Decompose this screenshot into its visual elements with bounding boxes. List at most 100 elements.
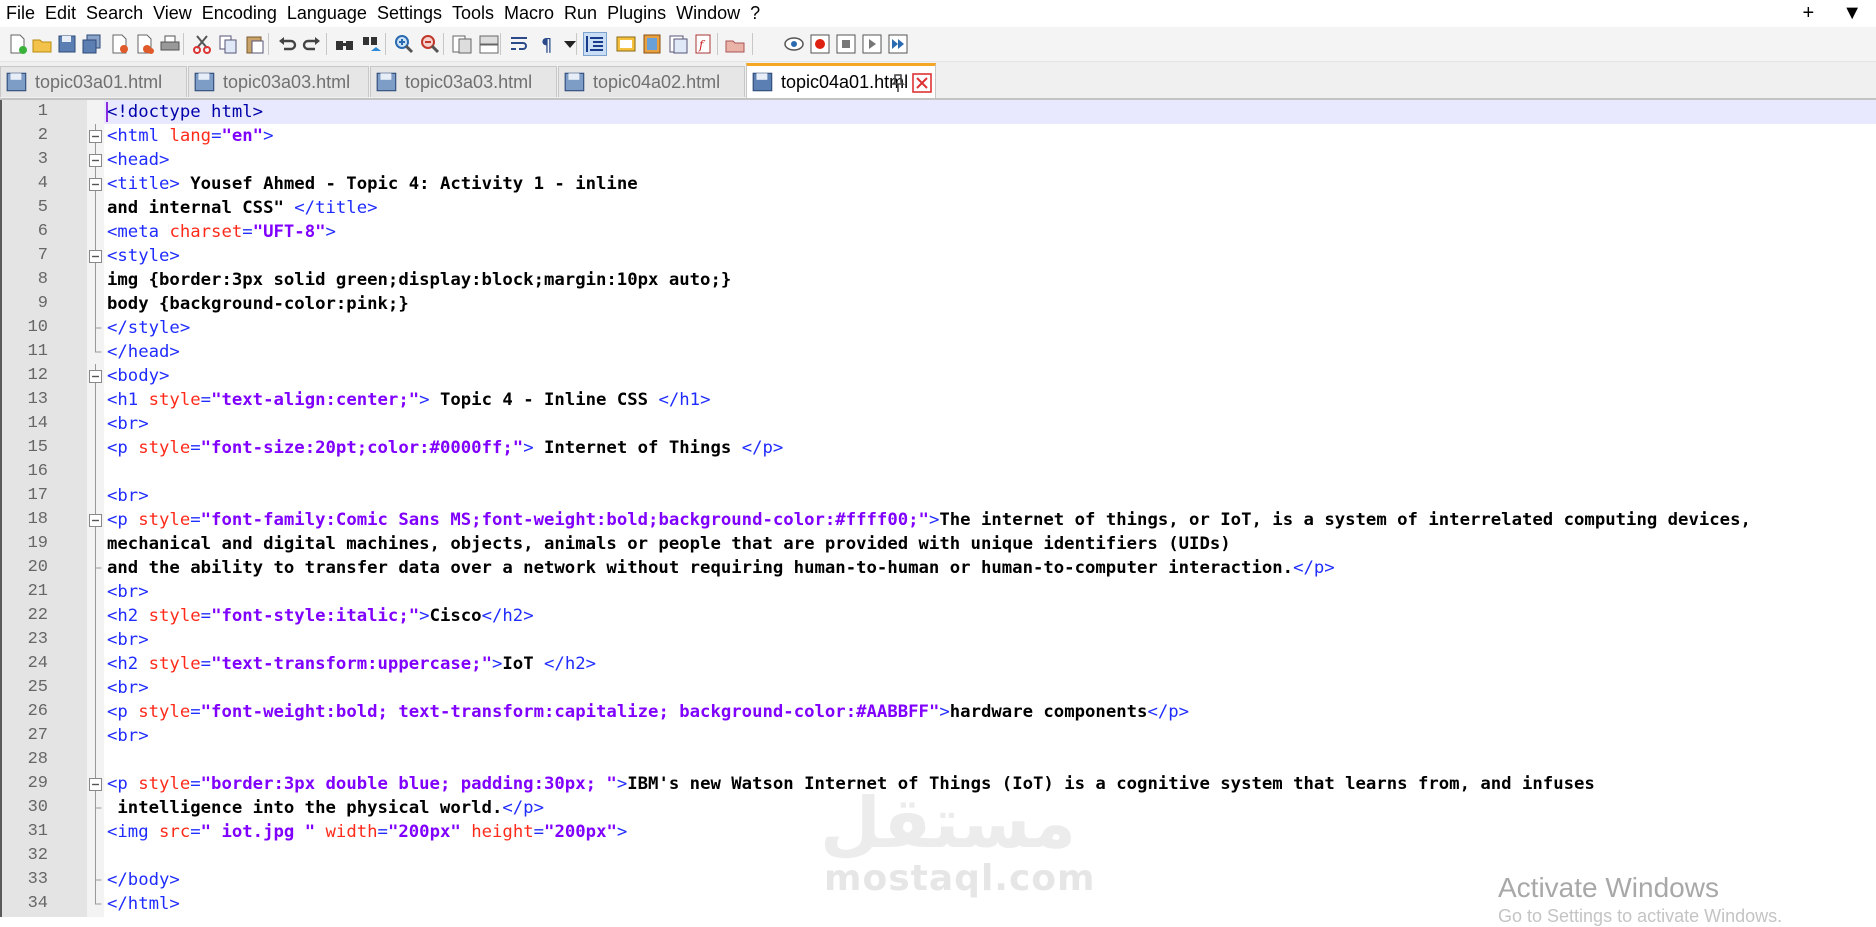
tab-topic04a02[interactable]: topic04a02.html xyxy=(558,66,745,97)
code-line[interactable]: <p style="font-family:Comic Sans MS;font… xyxy=(107,508,1751,532)
save-button[interactable] xyxy=(55,32,79,56)
save-all-button[interactable] xyxy=(80,32,104,56)
fold-line xyxy=(95,652,96,676)
code-line[interactable]: <br> xyxy=(107,484,149,508)
indent-guide-button[interactable] xyxy=(583,32,607,56)
menu-settings[interactable]: Settings xyxy=(371,0,446,27)
code-line[interactable]: </head> xyxy=(107,340,180,364)
code-line[interactable]: <style> xyxy=(107,244,180,268)
code-line[interactable]: </style> xyxy=(107,316,190,340)
menu-search[interactable]: Search xyxy=(80,0,147,27)
replace-button[interactable] xyxy=(360,32,384,56)
code-line[interactable]: body {background-color:pink;} xyxy=(107,292,409,316)
menu-run[interactable]: Run xyxy=(558,0,601,27)
code-line[interactable]: img {border:3px solid green;display:bloc… xyxy=(107,268,731,292)
tab-topic03a03[interactable]: topic03a03.html xyxy=(188,66,369,97)
fold-collapse-icon[interactable] xyxy=(88,244,103,268)
fold-end xyxy=(95,556,102,580)
code-line[interactable]: <br> xyxy=(107,412,149,436)
line-number: 12 xyxy=(27,366,48,385)
redo-button[interactable] xyxy=(300,32,324,56)
menu-edit[interactable]: Edit xyxy=(39,0,80,27)
fold-collapse-icon[interactable] xyxy=(88,124,103,148)
tab-topic03a01[interactable]: topic03a01.html xyxy=(0,66,187,97)
undo-button[interactable] xyxy=(275,32,299,56)
code-token-tag: <style> xyxy=(107,246,180,266)
monitor-button[interactable] xyxy=(723,32,747,56)
tab-topic03a03[interactable]: topic03a03.html xyxy=(370,66,557,97)
cut-button[interactable] xyxy=(190,32,214,56)
code-line[interactable]: mechanical and digital machines, objects… xyxy=(107,532,1231,556)
open-file-button[interactable] xyxy=(30,32,54,56)
close-all-button[interactable] xyxy=(132,32,156,56)
code-line[interactable]: <h1 style="text-align:center;"> Topic 4 … xyxy=(107,388,711,412)
fold-collapse-icon[interactable] xyxy=(88,508,103,532)
fold-collapse-icon[interactable] xyxy=(88,364,103,388)
code-line[interactable]: <p style="font-size:20pt;color:#0000ff;"… xyxy=(107,436,783,460)
find-button[interactable] xyxy=(333,32,357,56)
run-macro-multiple-button[interactable] xyxy=(860,32,884,56)
pin-icon[interactable] xyxy=(887,72,909,94)
copy-button[interactable] xyxy=(216,32,240,56)
code-line[interactable]: </body> xyxy=(107,868,180,892)
activate-windows-title: Activate Windows xyxy=(1498,872,1719,903)
menu-window[interactable]: Window xyxy=(670,0,744,27)
stop-macro-button[interactable] xyxy=(808,32,832,56)
folder-workspace-button[interactable]: f xyxy=(692,32,716,56)
zoom-out-button[interactable] xyxy=(418,32,442,56)
sync-vertical-button[interactable] xyxy=(450,32,474,56)
code-line[interactable]: <br> xyxy=(107,580,149,604)
show-all-characters-button[interactable]: ¶ xyxy=(535,32,559,56)
doc-map-button[interactable] xyxy=(640,32,664,56)
dropdown-button[interactable] xyxy=(558,32,582,56)
menu-plugins[interactable]: Plugins xyxy=(601,0,670,27)
menu-language[interactable]: Language xyxy=(281,0,371,27)
menu-encoding[interactable]: Encoding xyxy=(196,0,281,27)
word-wrap-button[interactable] xyxy=(508,32,532,56)
fold-collapse-icon[interactable] xyxy=(88,172,103,196)
menu-macro[interactable]: Macro xyxy=(498,0,558,27)
play-macro-button[interactable] xyxy=(834,32,858,56)
code-line[interactable]: <br> xyxy=(107,676,149,700)
code-line[interactable]: and the ability to transfer data over a … xyxy=(107,556,1335,580)
code-line[interactable]: <meta charset="UFT-8"> xyxy=(107,220,336,244)
fold-collapse-icon[interactable] xyxy=(88,772,103,796)
new-file-button[interactable] xyxy=(5,32,29,56)
code-line[interactable]: and internal CSS" </title> xyxy=(107,196,378,220)
code-line[interactable]: </html> xyxy=(107,892,180,916)
play-macro-icon xyxy=(836,34,856,54)
new-tab-plus-button[interactable]: + xyxy=(1789,0,1829,27)
menu-file[interactable]: File xyxy=(0,0,39,27)
function-list-button[interactable] xyxy=(666,32,690,56)
code-line[interactable]: intelligence into the physical world.</p… xyxy=(107,796,544,820)
tab-list-dropdown-button[interactable]: ▼ xyxy=(1828,0,1876,27)
code-token-text: Topic 4 - Inline CSS xyxy=(429,390,659,410)
menu-help[interactable]: ? xyxy=(744,0,764,27)
fold-collapse-icon[interactable] xyxy=(88,148,103,172)
code-line[interactable]: <br> xyxy=(107,628,149,652)
code-line[interactable]: <html lang="en"> xyxy=(107,124,274,148)
code-line[interactable]: <p style="font-weight:bold; text-transfo… xyxy=(107,700,1189,724)
record-macro-button[interactable] xyxy=(782,32,806,56)
code-token-tag: = xyxy=(200,654,212,674)
zoom-in-button[interactable] xyxy=(392,32,416,56)
code-line[interactable]: <body> xyxy=(107,364,169,388)
code-line[interactable]: <title> Yousef Ahmed - Topic 4: Activity… xyxy=(107,172,638,196)
save-macro-button[interactable] xyxy=(886,32,910,56)
tab-topic04a01-active[interactable]: topic04a01.html xyxy=(746,63,936,98)
code-line[interactable]: <img src=" iot.jpg " width="200px" heigh… xyxy=(107,820,627,844)
sync-horizontal-button[interactable] xyxy=(477,32,501,56)
paste-button[interactable] xyxy=(243,32,267,56)
line-number: 7 xyxy=(37,246,48,265)
menu-tools[interactable]: Tools xyxy=(446,0,498,27)
code-line[interactable]: <!doctype html> xyxy=(107,100,263,124)
code-line[interactable]: <h2 style="text-transform:uppercase;">Io… xyxy=(107,652,596,676)
close-tab-icon[interactable] xyxy=(911,72,933,94)
udl-button[interactable] xyxy=(614,32,638,56)
code-line[interactable]: <head> xyxy=(107,148,169,172)
close-button[interactable] xyxy=(107,32,131,56)
print-button[interactable] xyxy=(158,32,182,56)
code-line[interactable]: <h2 style="font-style:italic;">Cisco</h2… xyxy=(107,604,534,628)
code-line[interactable]: <br> xyxy=(107,724,149,748)
menu-view[interactable]: View xyxy=(147,0,196,27)
